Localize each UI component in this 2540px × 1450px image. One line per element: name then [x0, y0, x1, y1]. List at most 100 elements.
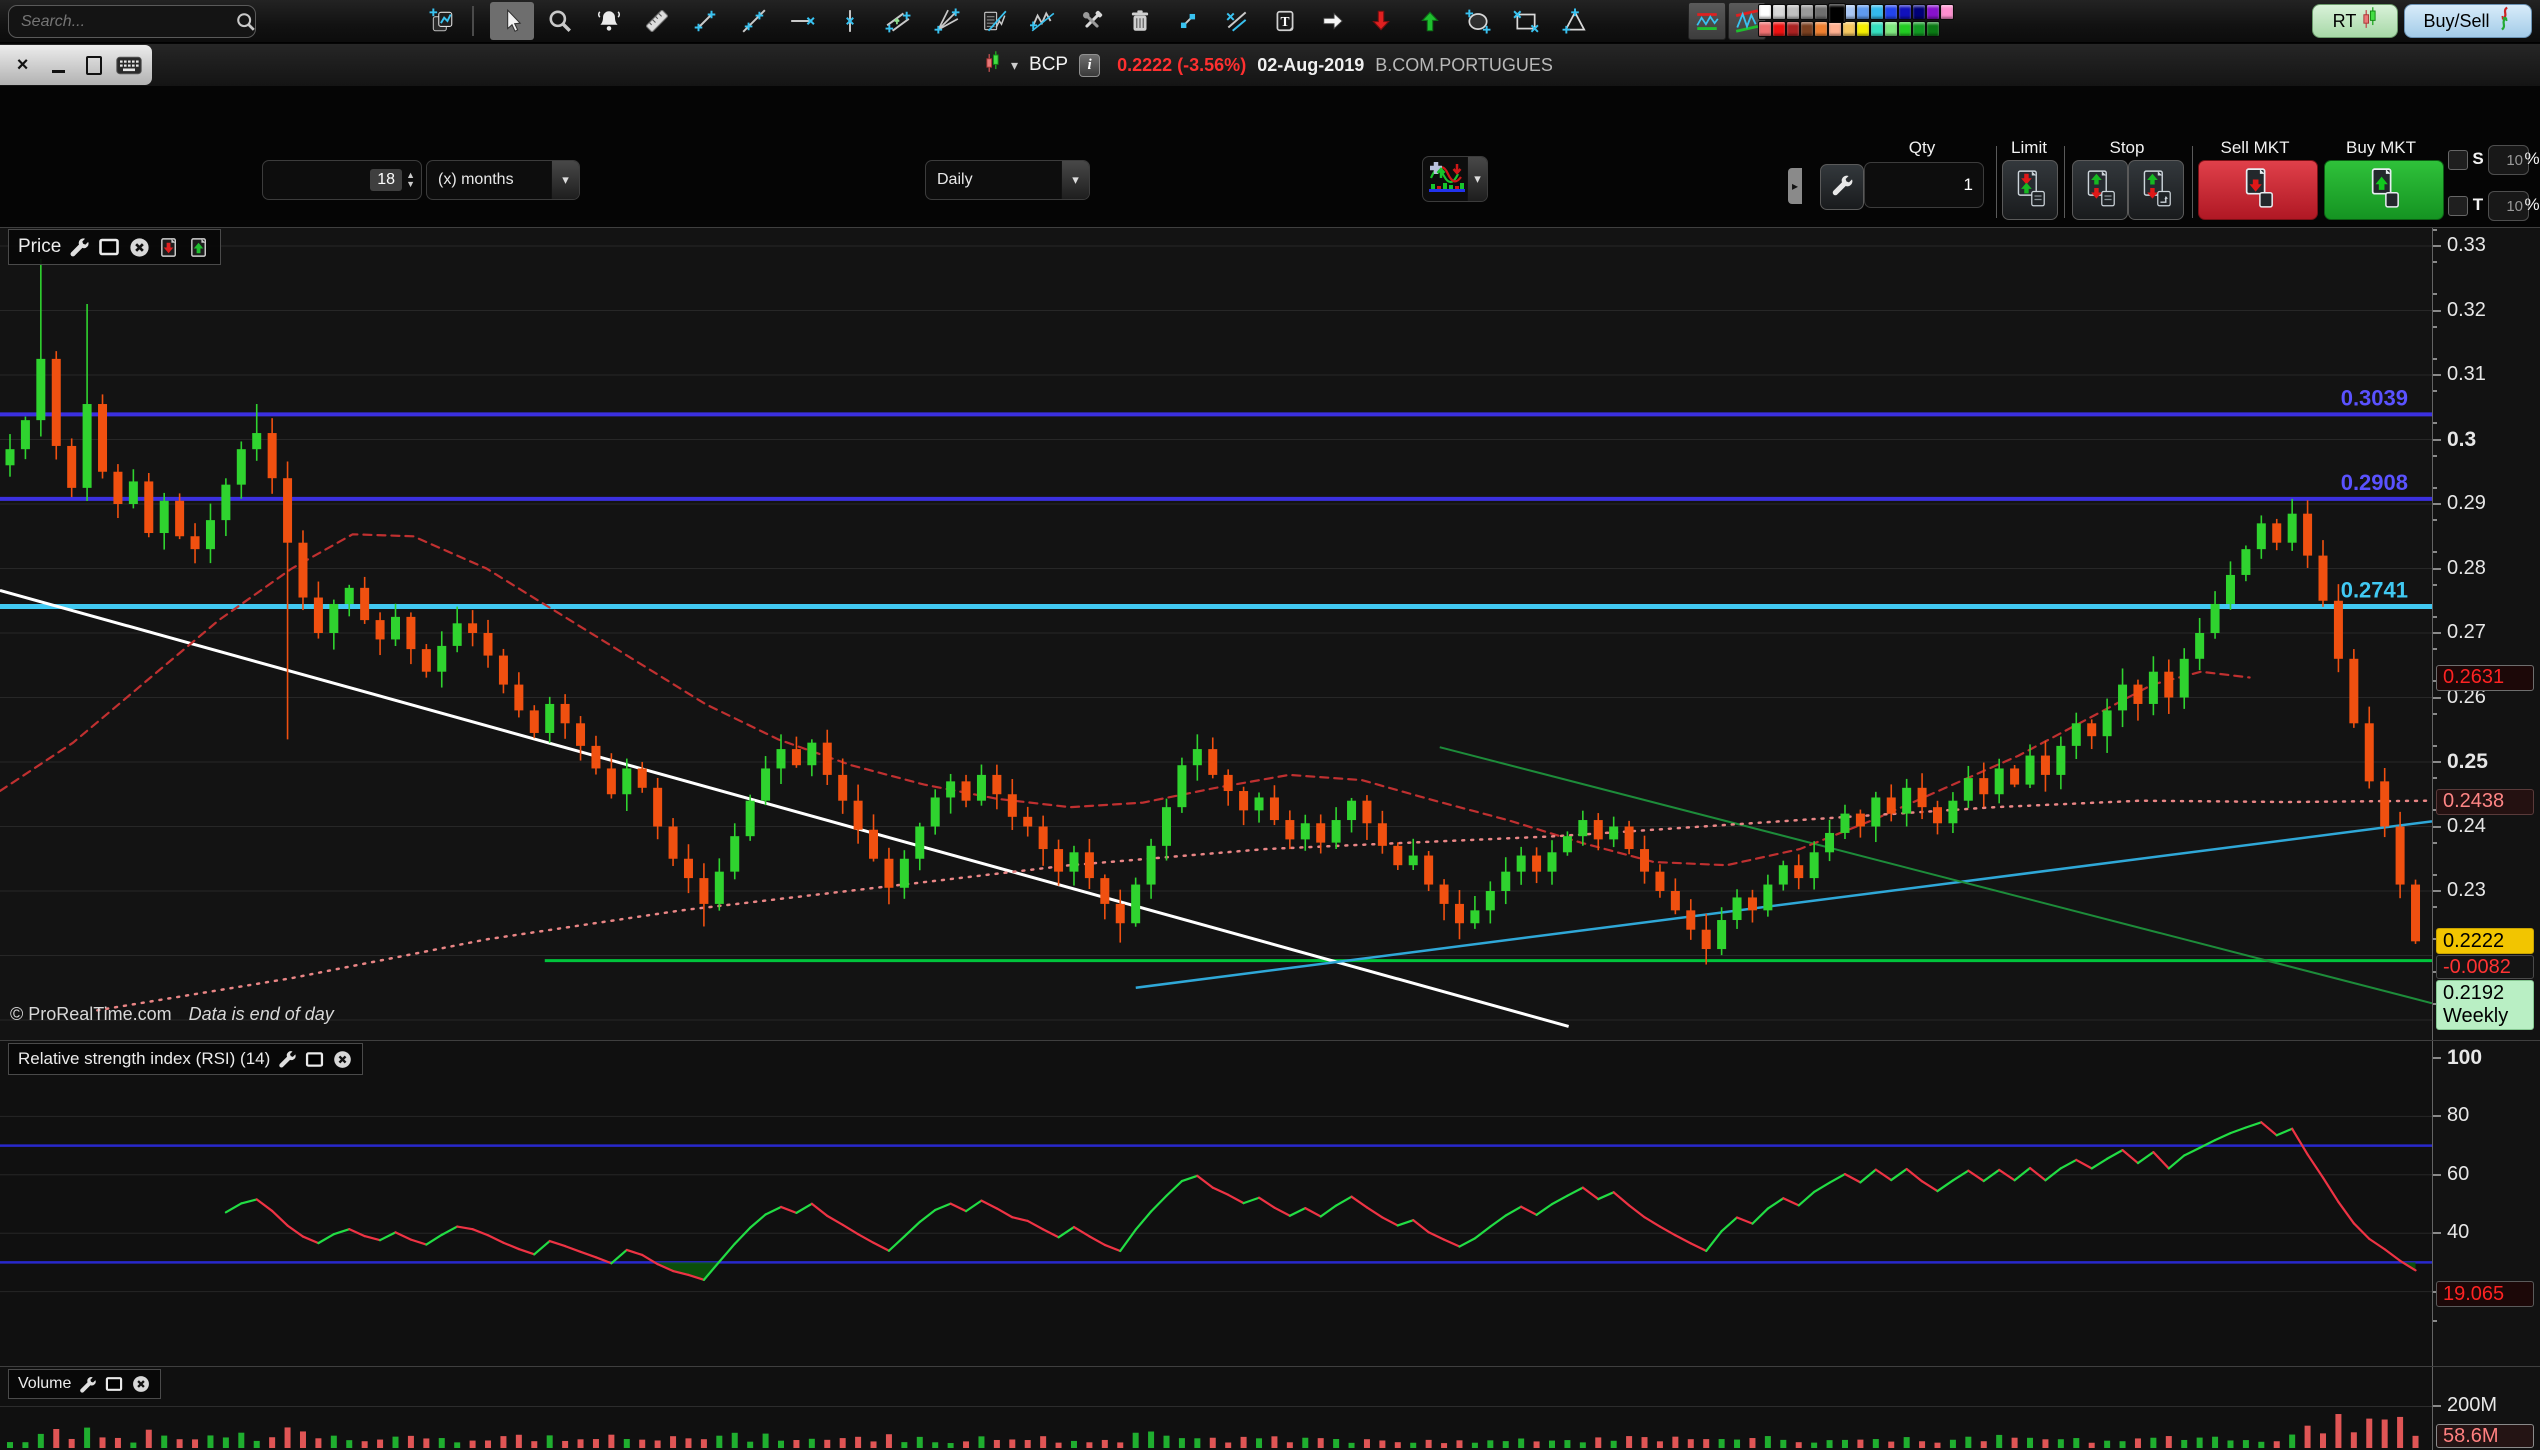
color-swatch[interactable] [1856, 21, 1870, 37]
window-icon[interactable] [104, 1374, 124, 1394]
stop-loss-pct-field[interactable]: 10 [2488, 145, 2529, 175]
rt-button[interactable]: RT [2312, 4, 2398, 38]
rsi-chart-plot[interactable] [0, 1040, 2432, 1366]
color-swatch[interactable] [1898, 21, 1912, 37]
horizontal-line-tool[interactable] [780, 2, 824, 40]
chevron-down-icon[interactable]: ▾ [1467, 157, 1487, 201]
order-settings-button[interactable] [1820, 164, 1864, 210]
chevron-down-icon[interactable]: ▾ [551, 161, 579, 199]
chart-window-titlebar: × ▾ BCP i 0.2222 (-3.56%) 02-Aug-2019 B.… [0, 44, 2540, 86]
ellipse-tool[interactable] [1456, 2, 1500, 40]
color-swatch[interactable] [1926, 4, 1940, 20]
window-icon[interactable] [97, 235, 121, 259]
take-profit-checkbox[interactable] [2448, 196, 2468, 216]
minimize-icon[interactable] [45, 52, 71, 78]
info-icon[interactable]: i [1079, 54, 1100, 77]
arrow-up-tool[interactable] [1408, 2, 1452, 40]
indicator-menu-button[interactable]: ▾ [1422, 156, 1488, 202]
color-swatch[interactable] [1758, 21, 1772, 37]
period-unit-select[interactable]: (x) months ▾ [426, 160, 580, 200]
cursor-tool[interactable] [490, 2, 534, 40]
color-swatch[interactable] [1940, 4, 1954, 20]
new-chart-button[interactable] [420, 2, 464, 40]
delete-tool[interactable] [1118, 2, 1162, 40]
zigzag-tool[interactable] [1021, 2, 1065, 40]
color-swatch[interactable] [1884, 21, 1898, 37]
fan-lines-tool[interactable] [925, 2, 969, 40]
take-profit-pct-field[interactable]: 10 [2488, 191, 2529, 221]
keyboard-icon[interactable] [116, 52, 142, 78]
color-swatch[interactable] [1912, 21, 1926, 37]
wrench-icon[interactable] [277, 1049, 297, 1069]
date-label: 02-Aug-2019 [1257, 55, 1364, 76]
stop-trailing-order-button[interactable] [2128, 160, 2184, 220]
wrench-icon[interactable] [68, 236, 90, 258]
wrench-icon[interactable] [78, 1375, 97, 1394]
color-swatch[interactable] [1856, 4, 1870, 20]
trendline-tool[interactable] [732, 2, 776, 40]
volume-chart-plot[interactable] [0, 1366, 2432, 1450]
zoom-tool[interactable] [538, 2, 582, 40]
color-swatch[interactable] [1786, 4, 1800, 20]
color-swatch[interactable] [1884, 4, 1898, 20]
qty-value[interactable]: 1 [1964, 175, 1983, 195]
price-chart-plot[interactable]: 0.30390.29080.2741 [0, 227, 2432, 1040]
stop-order-button[interactable] [2072, 160, 2128, 220]
pattern-channel-tool[interactable] [1688, 2, 1726, 40]
price-axis[interactable]: 0.330.320.310.30.290.280.270.260.250.240… [2432, 227, 2540, 1450]
drawing-settings-tool[interactable] [1070, 2, 1114, 40]
collapse-trading-panel[interactable]: ▸ [1788, 168, 1802, 204]
sell-mkt-button[interactable] [2198, 160, 2318, 220]
color-swatch[interactable] [1814, 21, 1828, 37]
arrow-down-tool[interactable] [1359, 2, 1403, 40]
text-tool[interactable]: T [1263, 2, 1307, 40]
arrow-right-tool[interactable] [1311, 2, 1355, 40]
ruler-tool[interactable] [635, 2, 679, 40]
close-icon[interactable] [332, 1049, 353, 1070]
buysell-button[interactable]: Buy/Sell [2404, 4, 2532, 38]
stop-loss-checkbox[interactable] [2448, 150, 2468, 170]
period-decrement-button[interactable]: ▼ [406, 180, 415, 189]
color-swatch[interactable] [1898, 4, 1912, 20]
color-swatch[interactable] [1828, 3, 1846, 23]
period-count-value[interactable]: 18 [370, 169, 402, 191]
color-swatch[interactable] [1786, 21, 1800, 37]
color-swatch[interactable] [1772, 21, 1786, 37]
parallel-lines-tool[interactable] [876, 2, 920, 40]
color-swatch[interactable] [1870, 4, 1884, 20]
vertical-line-tool[interactable] [828, 2, 872, 40]
buy-mkt-button[interactable] [2324, 160, 2444, 220]
axis-label: 100 [2447, 1046, 2482, 1070]
crossed-lines-tool[interactable] [1215, 2, 1259, 40]
color-swatch[interactable] [1926, 21, 1940, 37]
color-swatch[interactable] [1814, 4, 1828, 20]
rectangle-tool[interactable] [1504, 2, 1548, 40]
maximize-icon[interactable] [81, 52, 107, 78]
search-input[interactable] [9, 13, 235, 31]
close-icon[interactable]: × [10, 52, 36, 78]
chevron-down-icon[interactable]: ▾ [1061, 161, 1089, 199]
buy-doc-icon[interactable] [188, 236, 211, 259]
retracement-tool[interactable] [973, 2, 1017, 40]
chevron-down-icon[interactable]: ▾ [1011, 57, 1018, 74]
timeframe-select[interactable]: Daily ▾ [925, 160, 1090, 200]
color-swatch[interactable] [1800, 21, 1814, 37]
alert-tool[interactable] [587, 2, 631, 40]
axis-tick [2433, 584, 2437, 586]
triangle-tool[interactable] [1553, 2, 1597, 40]
color-swatch[interactable] [1842, 21, 1856, 37]
color-swatch[interactable] [1758, 4, 1772, 20]
color-swatch[interactable] [1912, 4, 1926, 20]
short-segment-tool[interactable] [1166, 2, 1210, 40]
close-icon[interactable] [131, 1374, 151, 1394]
color-swatch[interactable] [1772, 4, 1786, 20]
sell-doc-icon[interactable] [158, 236, 181, 259]
close-icon[interactable] [128, 236, 151, 259]
window-icon[interactable] [304, 1049, 325, 1070]
color-swatch[interactable] [1870, 21, 1884, 37]
color-swatch[interactable] [1800, 4, 1814, 20]
period-count-field: 18 ▲ ▼ [262, 160, 422, 200]
limit-order-button[interactable] [2002, 160, 2058, 220]
segment-tool[interactable] [683, 2, 727, 40]
color-swatch[interactable] [1828, 21, 1842, 37]
